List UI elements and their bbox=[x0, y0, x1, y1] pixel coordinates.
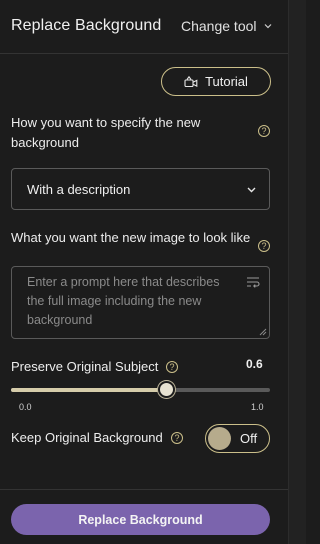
prompt-placeholder: Enter a prompt here that describes the f… bbox=[27, 275, 220, 327]
text-wrap-icon[interactable] bbox=[246, 276, 260, 288]
replace-background-label: Replace Background bbox=[78, 512, 203, 527]
question-circle-icon[interactable]: ? bbox=[171, 432, 183, 444]
toggle-knob bbox=[208, 427, 231, 450]
prompt-textarea[interactable]: Enter a prompt here that describes the f… bbox=[11, 266, 270, 339]
video-camera-icon bbox=[184, 75, 198, 87]
panel-header: Replace Background Change tool bbox=[0, 0, 288, 54]
preserve-label: Preserve Original Subject bbox=[11, 359, 159, 374]
specify-label: How you want to specify the new backgrou… bbox=[11, 115, 201, 150]
keep-background-toggle[interactable]: Off bbox=[205, 424, 270, 453]
slider-max-label: 1.0 bbox=[251, 402, 264, 412]
scrollbar-gutter[interactable] bbox=[288, 0, 306, 544]
question-circle-icon[interactable]: ? bbox=[166, 361, 178, 373]
resize-handle-icon[interactable] bbox=[259, 328, 267, 336]
change-tool-label: Change tool bbox=[181, 18, 257, 34]
preserve-slider[interactable] bbox=[11, 381, 270, 398]
prompt-label: What you want the new image to look like bbox=[11, 230, 251, 245]
replace-background-panel: Replace Background Change tool Tutorial … bbox=[0, 0, 288, 544]
slider-thumb[interactable] bbox=[158, 381, 175, 398]
specify-select[interactable]: With a description bbox=[11, 168, 270, 210]
question-circle-icon[interactable]: ? bbox=[258, 125, 270, 137]
tutorial-button[interactable]: Tutorial bbox=[161, 67, 271, 96]
slider-min-label: 0.0 bbox=[19, 402, 32, 412]
slider-fill bbox=[11, 388, 166, 392]
replace-background-button[interactable]: Replace Background bbox=[11, 504, 270, 535]
chevron-down-icon bbox=[247, 187, 256, 193]
tutorial-label: Tutorial bbox=[205, 74, 248, 89]
preserve-value: 0.6 bbox=[246, 357, 263, 371]
keep-background-label: Keep Original Background bbox=[11, 430, 163, 445]
footer-divider bbox=[0, 489, 288, 490]
question-circle-icon[interactable]: ? bbox=[258, 240, 270, 252]
chevron-down-icon bbox=[264, 24, 271, 29]
toggle-state: Off bbox=[240, 431, 258, 446]
change-tool-dropdown[interactable]: Change tool bbox=[181, 18, 273, 34]
specify-selected-value: With a description bbox=[27, 181, 131, 197]
panel-title: Replace Background bbox=[11, 17, 162, 34]
